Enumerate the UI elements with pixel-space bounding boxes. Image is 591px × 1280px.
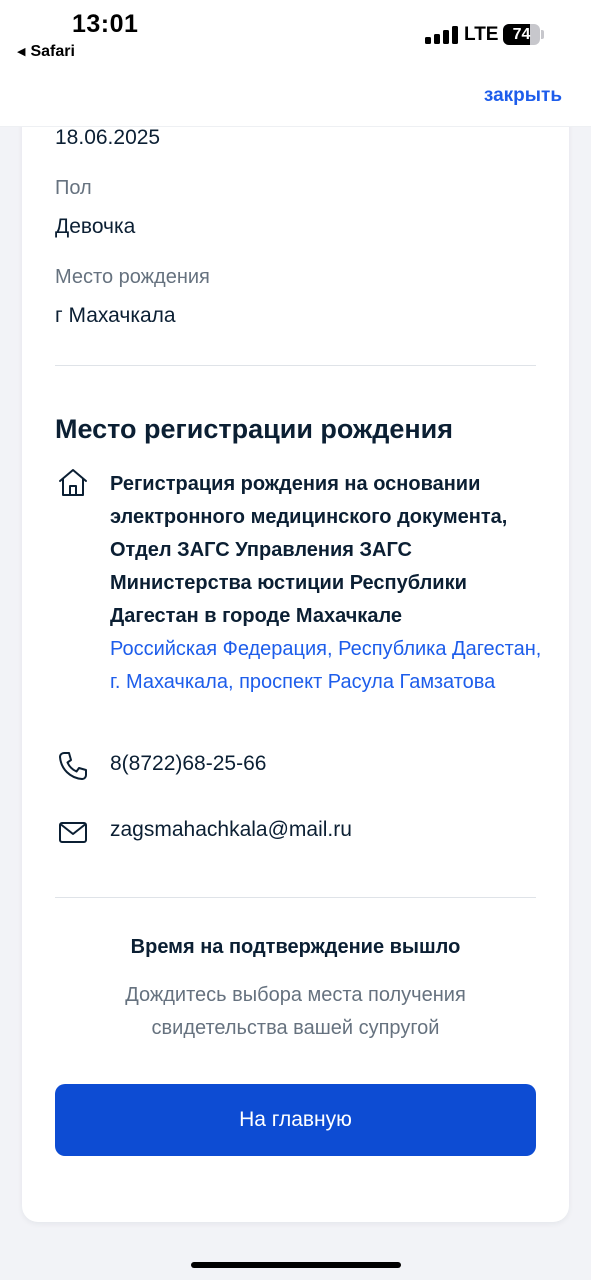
mail-icon: [59, 822, 87, 843]
registry-address-link[interactable]: Российская Федерация, Республика Дагеста…: [110, 633, 550, 699]
registry-email[interactable]: zagsmahachkala@mail.ru: [110, 818, 352, 842]
home-icon: [59, 469, 87, 496]
status-time: 13:01: [72, 10, 139, 38]
back-to-app-link[interactable]: ◀ Safari: [17, 43, 75, 61]
close-button[interactable]: закрыть: [484, 85, 562, 107]
registration-section-title: Место регистрации рождения: [55, 414, 454, 444]
birth-date-value: 18.06.2025: [55, 126, 161, 149]
divider: [55, 365, 536, 366]
status-bar: 13:01 ◀ Safari LTE 74: [0, 0, 591, 80]
battery-percent: 74: [512, 26, 531, 43]
gender-value: Девочка: [55, 215, 136, 238]
notice-title: Время на подтверждение вышло: [130, 936, 461, 958]
signal-strength-icon: [425, 26, 459, 44]
gender-label: Пол: [55, 177, 92, 199]
notice-text: Дождитесь выбора места получения свидете…: [125, 984, 466, 1039]
go-home-button[interactable]: На главную: [55, 1084, 536, 1156]
back-app-label: Safari: [30, 43, 75, 60]
registry-office-name: Регистрация рождения на основании электр…: [110, 473, 508, 627]
home-indicator[interactable]: [191, 1262, 401, 1268]
birthplace-label: Место рождения: [55, 266, 210, 288]
top-nav-bar: закрыть: [0, 80, 591, 127]
network-type: LTE: [464, 24, 499, 45]
go-home-button-label: На главную: [239, 1108, 352, 1131]
birthplace-value: г Махачкала: [55, 304, 176, 327]
divider: [55, 897, 536, 898]
battery-icon: 74: [503, 24, 540, 45]
battery-cap: [541, 30, 544, 39]
phone-icon: [59, 752, 87, 780]
birth-record-card: 18.06.2025 Пол Девочка Место рождения г …: [22, 100, 569, 1222]
registry-phone[interactable]: 8(8722)68-25-66: [110, 752, 266, 776]
back-arrow-icon: ◀: [17, 46, 26, 58]
